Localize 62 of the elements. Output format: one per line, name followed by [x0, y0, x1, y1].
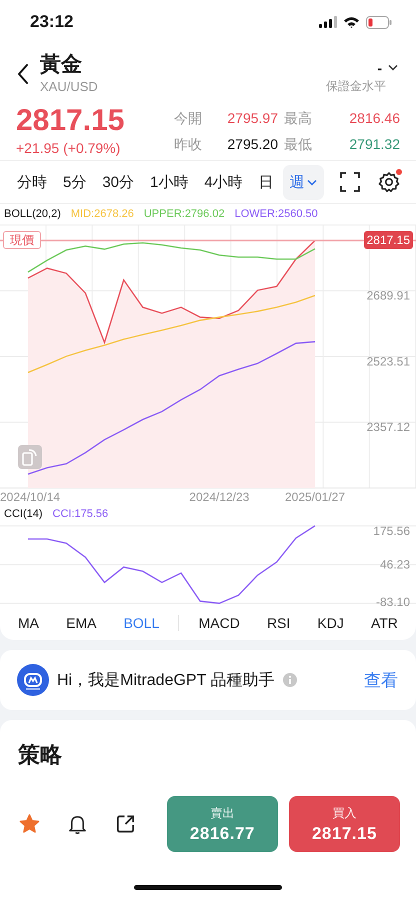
stat-value: 2816.46 — [348, 110, 400, 128]
indicator-legend: MID:2678.26 — [70, 208, 134, 222]
axis-label: 2523.51 — [366, 354, 410, 368]
axis-label: 175.56 — [373, 524, 410, 538]
status-time: 23:12 — [30, 12, 74, 32]
indicator-legend: CCI:175.56 — [52, 508, 108, 522]
caret-icon[interactable] — [388, 64, 398, 71]
indicator-tab[interactable]: BOLL — [116, 611, 168, 635]
instrument-symbol: XAU/USD — [40, 78, 98, 96]
indicator-legend: UPPER:2796.02 — [144, 208, 225, 222]
date-label: 2024/10/14 — [0, 490, 60, 504]
indicator-tab[interactable]: ATR — [362, 611, 406, 635]
margin-label: 保證金水平 — [326, 78, 386, 94]
view-link[interactable]: 查看 — [364, 668, 398, 692]
stat-label: 今開 — [174, 110, 203, 128]
star-icon[interactable] — [19, 813, 40, 835]
indicator-tab[interactable]: KDJ — [309, 611, 352, 635]
stat-value: 2795.97 — [226, 110, 278, 128]
indicator-legend: CCI(14) — [4, 508, 43, 522]
timeframe-tab[interactable]: 5分 — [56, 164, 94, 200]
current-price-badge: 2817.15 — [364, 231, 413, 250]
section-title: 策略 — [18, 741, 63, 769]
current-price-tag: 現價 — [3, 231, 41, 250]
margin-value: - — [377, 60, 382, 76]
rotate-icon — [22, 448, 38, 466]
share-icon[interactable] — [114, 813, 136, 835]
stat-value: 2791.32 — [348, 136, 400, 154]
stat-label: 最高 — [284, 110, 313, 128]
indicator-tab[interactable]: EMA — [58, 611, 104, 635]
fullscreen-icon[interactable] — [340, 172, 360, 192]
battery-icon — [366, 16, 392, 28]
axis-label: -83.10 — [376, 595, 410, 608]
timeframe-tab[interactable]: 30分 — [95, 164, 142, 200]
date-label: 2025/01/27 — [284, 490, 346, 504]
date-label: 2024/12/23 — [189, 490, 250, 504]
timeframe-tab[interactable]: 週 — [282, 164, 324, 200]
timeframe-tab[interactable]: 4小時 — [197, 164, 250, 200]
timeframe-tab[interactable]: 1小時 — [143, 164, 196, 200]
current-price: 2817.15 — [16, 104, 124, 138]
stat-label: 昨收 — [174, 136, 203, 154]
stat-label: 最低 — [284, 136, 313, 154]
price-change: +21.95 (+0.79%) — [16, 139, 122, 158]
info-icon — [282, 673, 297, 687]
back-icon[interactable] — [16, 63, 30, 85]
settings-icon[interactable] — [378, 171, 400, 193]
axis-label: 46.23 — [380, 558, 410, 572]
signal-icon — [319, 16, 337, 28]
buy-button[interactable]: 買入 2817.15 — [288, 796, 400, 852]
timeframe-tab[interactable]: 日 — [252, 164, 281, 200]
stat-value: 2795.20 — [226, 136, 278, 154]
indicator-tab[interactable]: MA — [10, 611, 47, 635]
bell-icon[interactable] — [66, 813, 88, 835]
indicator-tab[interactable]: RSI — [258, 611, 298, 635]
assistant-greeting: Hi，我是MitradeGPT 品種助手 — [57, 670, 275, 690]
timeframe-tab[interactable]: 分時 — [10, 164, 54, 200]
axis-label: 2689.91 — [366, 288, 410, 303]
wifi-icon — [343, 16, 360, 28]
axis-label: 2357.12 — [366, 420, 410, 434]
indicator-legend: LOWER:2560.50 — [234, 208, 318, 222]
instrument-title: 黃金 — [40, 52, 83, 78]
indicator-legend: BOLL(20,2) — [4, 208, 61, 222]
indicator-tab[interactable]: MACD — [190, 611, 248, 635]
